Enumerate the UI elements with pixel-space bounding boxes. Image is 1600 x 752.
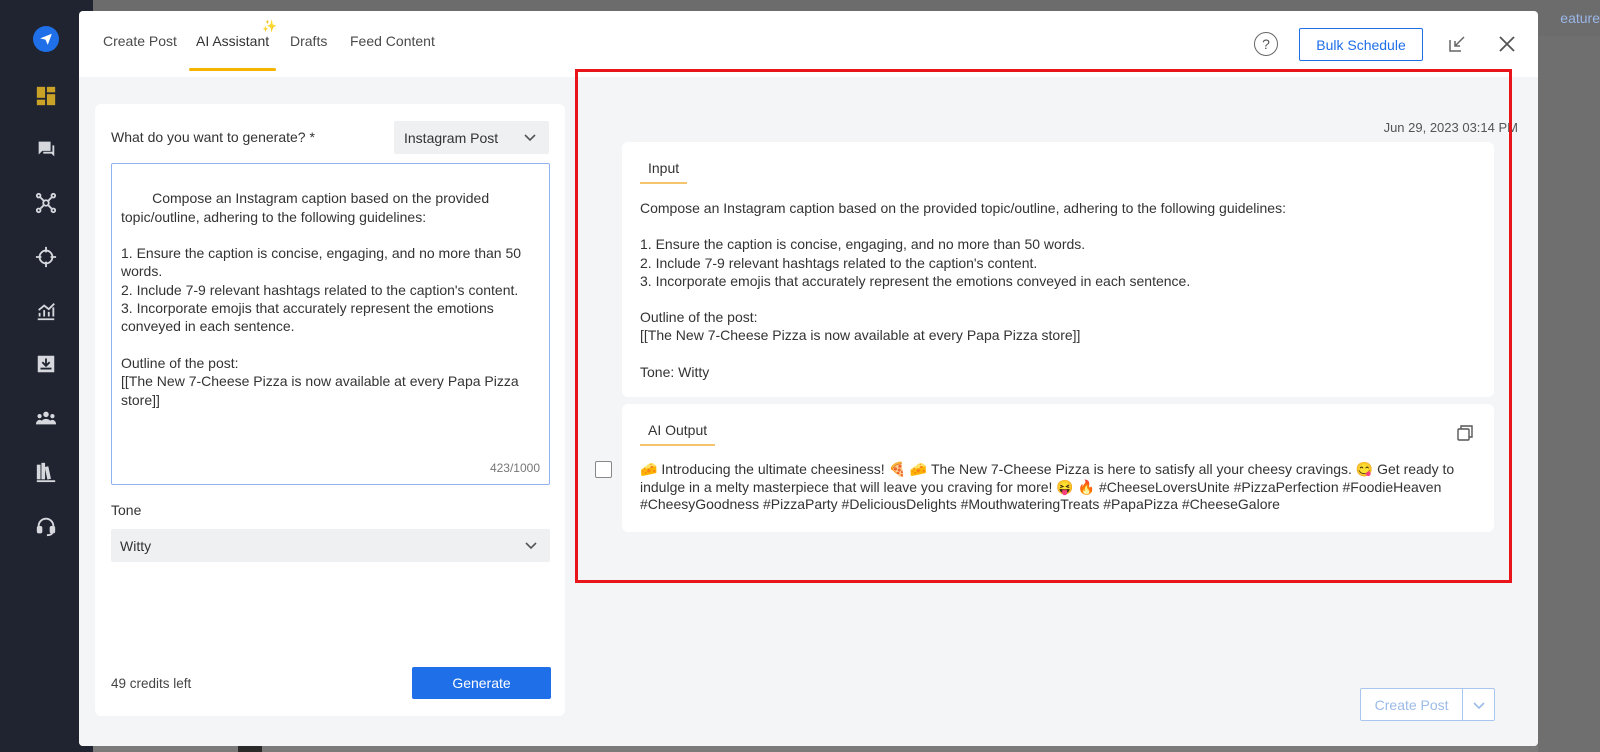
character-count: 423/1000 xyxy=(489,460,540,475)
create-post-dropdown[interactable] xyxy=(1463,689,1494,720)
output-text: 🧀 Introducing the ultimate cheesiness! 🍕… xyxy=(640,461,1455,512)
tone-label: Tone xyxy=(111,502,142,518)
prompt-form: What do you want to generate? * Instagra… xyxy=(95,104,565,716)
prompt-text: Compose an Instagram caption based on th… xyxy=(121,190,522,408)
create-post-button[interactable]: Create Post xyxy=(1361,689,1464,720)
team-icon[interactable] xyxy=(34,406,58,430)
tab-ai-assistant[interactable]: AI Assistant xyxy=(196,33,269,49)
copy-icon[interactable] xyxy=(1456,424,1474,442)
ai-prompt-panel: What do you want to generate? * Instagra… xyxy=(79,77,576,746)
generate-button[interactable]: Generate xyxy=(412,667,551,699)
output-card: AI Output 🧀 Introducing the ultimate che… xyxy=(622,404,1494,532)
tone-value: Witty xyxy=(120,537,152,554)
chevron-down-icon xyxy=(523,130,537,147)
tab-drafts[interactable]: Drafts xyxy=(290,33,327,49)
chevron-down-icon xyxy=(1473,701,1485,709)
messages-icon[interactable] xyxy=(34,137,58,161)
credits-remaining: 49 credits left xyxy=(111,676,192,691)
close-icon[interactable] xyxy=(1497,34,1517,54)
output-label: AI Output xyxy=(640,422,716,446)
input-label: Input xyxy=(640,160,688,184)
input-card: Input Compose an Instagram caption based… xyxy=(622,142,1494,397)
modal-tab-bar: Create Post AI Assistant ✨ Drafts Feed C… xyxy=(79,11,1538,77)
tone-select[interactable]: Witty xyxy=(111,529,550,562)
network-icon[interactable] xyxy=(34,191,58,215)
help-icon[interactable]: ? xyxy=(1254,32,1278,56)
sparkle-icon: ✨ xyxy=(262,19,277,33)
create-post-split-button: Create Post xyxy=(1360,688,1495,721)
tab-create-post[interactable]: Create Post xyxy=(103,33,177,49)
input-text: Compose an Instagram caption based on th… xyxy=(640,200,1286,380)
ai-results-panel: Jun 29, 2023 03:14 PM Input Compose an I… xyxy=(576,77,1538,746)
target-icon[interactable] xyxy=(34,245,58,269)
content-type-value: Instagram Post xyxy=(404,129,499,146)
support-icon[interactable] xyxy=(34,514,58,538)
background-overlay xyxy=(1538,36,1600,752)
prompt-textarea[interactable]: Compose an Instagram caption based on th… xyxy=(111,163,550,485)
bulk-schedule-button[interactable]: Bulk Schedule xyxy=(1299,28,1423,61)
minimize-icon[interactable] xyxy=(1447,34,1467,54)
inbox-icon[interactable] xyxy=(34,352,58,376)
dashboard-icon[interactable] xyxy=(34,84,58,108)
active-tab-indicator xyxy=(189,68,276,71)
analytics-icon[interactable] xyxy=(34,299,58,323)
send-icon[interactable] xyxy=(33,26,59,52)
select-output-checkbox[interactable] xyxy=(595,461,612,478)
content-type-select[interactable]: Instagram Post xyxy=(394,121,549,154)
library-icon[interactable] xyxy=(34,460,58,484)
chevron-down-icon xyxy=(524,538,538,555)
result-timestamp: Jun 29, 2023 03:14 PM xyxy=(1383,120,1518,135)
generate-type-label: What do you want to generate? * xyxy=(111,129,315,145)
create-post-modal: Create Post AI Assistant ✨ Drafts Feed C… xyxy=(79,11,1538,746)
background-feature-link: eature xyxy=(1560,10,1600,26)
tab-feed-content[interactable]: Feed Content xyxy=(350,33,435,49)
